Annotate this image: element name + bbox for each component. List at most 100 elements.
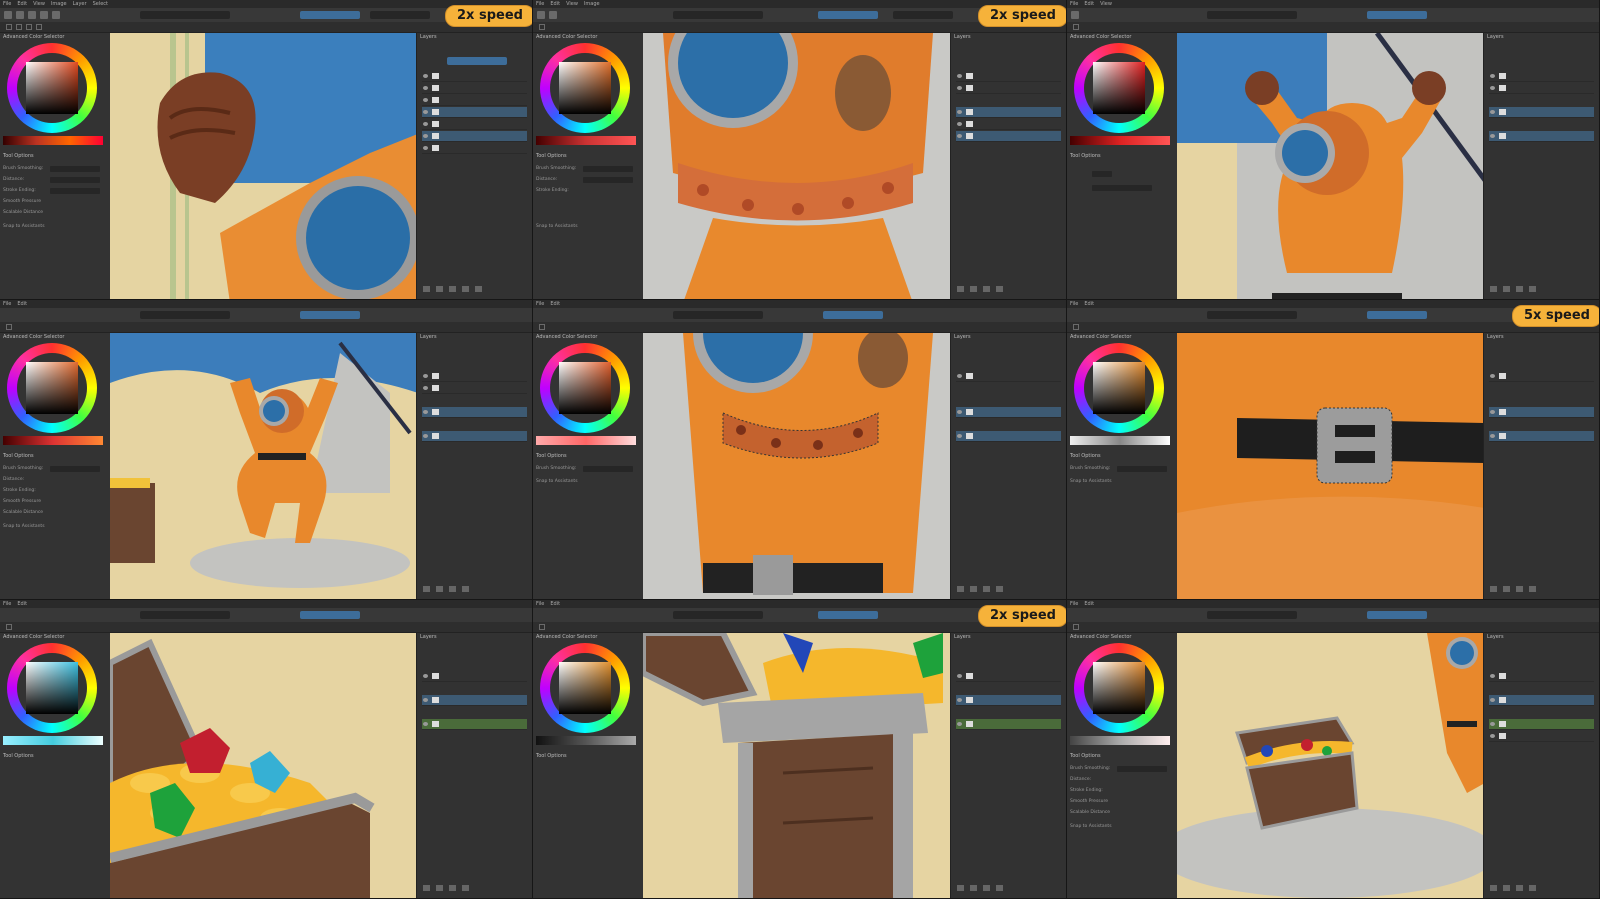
blend-mode-select[interactable] [140, 11, 230, 19]
layer-row[interactable] [956, 119, 1061, 130]
layer-row[interactable] [1489, 371, 1594, 382]
menu-view[interactable]: View [1100, 0, 1112, 8]
menu-edit[interactable]: Edit [550, 300, 560, 308]
menu-edit[interactable]: Edit [17, 0, 27, 8]
layer-row[interactable] [422, 83, 527, 94]
color-history-bar[interactable] [1070, 736, 1170, 745]
layer-row-selected[interactable] [956, 131, 1061, 142]
opacity-slider[interactable] [300, 11, 360, 19]
color-history-bar[interactable] [3, 436, 103, 445]
layer-buttons[interactable] [1490, 885, 1593, 892]
smoothing-select[interactable] [1117, 466, 1167, 472]
distance-slider[interactable] [583, 177, 633, 183]
opacity-slider[interactable] [818, 11, 878, 19]
new-file-icon[interactable] [1071, 11, 1079, 19]
smoothing-select[interactable] [50, 166, 100, 172]
selection-tool-icon[interactable] [539, 324, 545, 330]
color-history-bar[interactable] [1070, 436, 1170, 445]
layer-buttons[interactable] [423, 586, 526, 593]
layer-row-selected[interactable] [422, 431, 527, 442]
menu-bar[interactable]: File Edit [0, 300, 532, 308]
layer-row[interactable] [956, 83, 1061, 94]
menu-view[interactable]: View [33, 0, 45, 8]
menu-file[interactable]: File [1070, 600, 1078, 608]
color-wheel[interactable] [7, 43, 97, 133]
open-file-icon[interactable] [16, 11, 24, 19]
option-snap[interactable]: Snap to Assistants [3, 524, 45, 529]
opacity-slider[interactable] [1367, 611, 1427, 619]
undo-icon[interactable] [40, 11, 48, 19]
canvas[interactable] [643, 633, 951, 898]
new-file-icon[interactable] [4, 11, 12, 19]
option-smooth-pressure[interactable]: Smooth Pressure [3, 199, 41, 204]
size-slider[interactable] [893, 11, 953, 19]
menu-bar[interactable]: File Edit [533, 300, 1066, 308]
layer-row[interactable] [422, 371, 527, 382]
brush-tool-icon[interactable] [6, 24, 12, 30]
color-history-bar[interactable] [1070, 136, 1170, 145]
brush-tool-icon[interactable] [1073, 24, 1079, 30]
rect-tool-icon[interactable] [26, 24, 32, 30]
color-wheel[interactable] [1074, 643, 1164, 733]
layer-row-selected[interactable] [1489, 131, 1594, 142]
selection-tool-icon[interactable] [1073, 324, 1079, 330]
layer-buttons[interactable] [957, 885, 1060, 892]
menu-edit[interactable]: Edit [17, 300, 27, 308]
menu-edit[interactable]: Edit [1084, 300, 1094, 308]
layer-row-selected[interactable] [422, 695, 527, 706]
layer-row[interactable] [956, 371, 1061, 382]
color-history-bar[interactable] [3, 736, 103, 745]
ellipse-tool-icon[interactable] [36, 24, 42, 30]
menu-file[interactable]: File [1070, 300, 1078, 308]
option-scalable-distance[interactable]: Scalable Distance [3, 210, 43, 215]
menu-edit[interactable]: Edit [550, 0, 560, 8]
save-icon[interactable] [28, 11, 36, 19]
blend-mode-select[interactable] [140, 611, 230, 619]
option-snap[interactable]: Snap to Assistants [536, 479, 578, 484]
menu-file[interactable]: File [1070, 0, 1078, 8]
layer-opacity[interactable] [447, 57, 507, 65]
color-wheel[interactable] [540, 343, 630, 433]
menu-file[interactable]: File [536, 0, 544, 8]
layer-row[interactable] [422, 71, 527, 82]
blend-mode-select[interactable] [673, 11, 763, 19]
canvas[interactable] [643, 333, 951, 599]
layer-row-selected[interactable] [422, 131, 527, 142]
opacity-slider[interactable] [300, 311, 360, 319]
layer-buttons[interactable] [423, 885, 526, 892]
menu-file[interactable]: File [3, 0, 11, 8]
menu-bar[interactable]: File Edit [0, 600, 532, 608]
canvas[interactable] [110, 333, 417, 599]
layer-row-selected[interactable] [1489, 695, 1594, 706]
menu-edit[interactable]: Edit [1084, 600, 1094, 608]
menu-edit[interactable]: Edit [17, 600, 27, 608]
layer-row-selected[interactable] [1489, 107, 1594, 118]
new-file-icon[interactable] [537, 11, 545, 19]
option-snap[interactable]: Snap to Assistants [1070, 824, 1112, 829]
blend-mode-select[interactable] [673, 311, 763, 319]
mode-button[interactable] [1092, 171, 1112, 177]
distance-slider[interactable] [50, 177, 100, 183]
menu-file[interactable]: File [3, 300, 11, 308]
opacity-slider[interactable] [1367, 311, 1427, 319]
layer-row[interactable] [1489, 71, 1594, 82]
layer-row-selected[interactable] [1489, 431, 1594, 442]
menu-bar[interactable]: File Edit [1067, 600, 1599, 608]
option-snap[interactable]: Snap to Assistants [3, 224, 45, 229]
line-tool-icon[interactable] [16, 24, 22, 30]
layer-row-selected[interactable] [956, 407, 1061, 418]
layer-row[interactable] [1489, 719, 1594, 730]
layer-row-selected[interactable] [956, 431, 1061, 442]
brush-tool-icon[interactable] [1073, 624, 1079, 630]
color-history-bar[interactable] [536, 736, 636, 745]
layer-row[interactable] [422, 719, 527, 730]
blend-mode-select[interactable] [1207, 11, 1297, 19]
layer-buttons[interactable] [957, 586, 1060, 593]
menu-file[interactable]: File [3, 600, 11, 608]
opacity-slider[interactable] [300, 611, 360, 619]
blend-mode-select[interactable] [1207, 611, 1297, 619]
color-wheel[interactable] [7, 643, 97, 733]
layer-row[interactable] [956, 71, 1061, 82]
layer-row-selected[interactable] [1489, 407, 1594, 418]
menu-image[interactable]: Image [51, 0, 67, 8]
